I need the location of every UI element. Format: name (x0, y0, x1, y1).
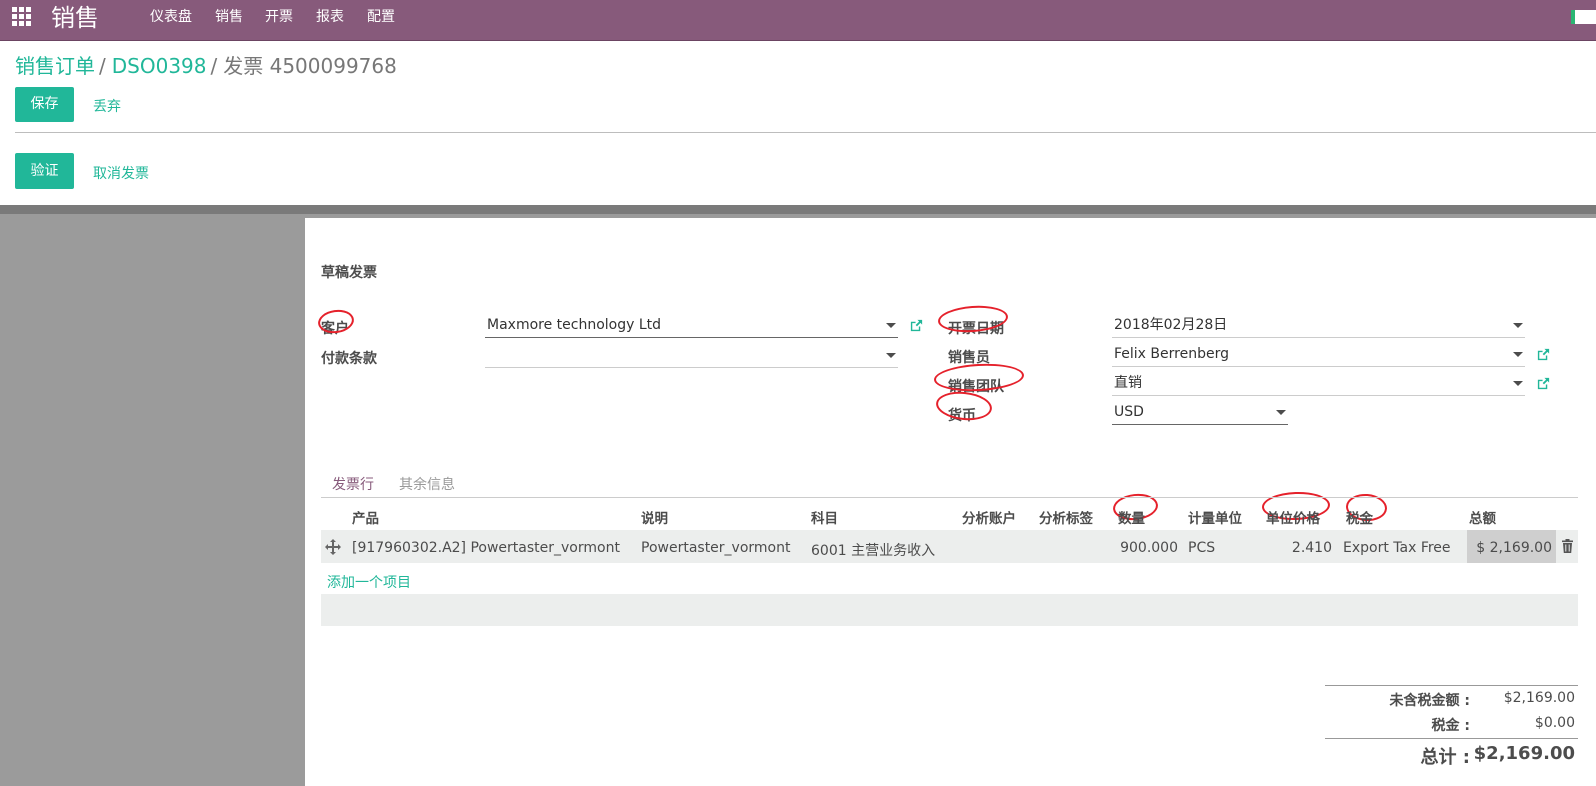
chevron-down-icon[interactable] (886, 353, 896, 358)
nav-item-dashboard[interactable]: 仪表盘 (150, 0, 192, 34)
cell-product[interactable]: [917960302.A2] Powertaster_vormont (352, 540, 620, 556)
breadcrumb-order[interactable]: DSO0398 (112, 54, 207, 78)
total-amount-label: 总计 : (1420, 747, 1470, 768)
chevron-down-icon[interactable] (886, 323, 896, 328)
column-header-description[interactable]: 说明 (641, 507, 668, 527)
customer-value: Maxmore technology Ltd (487, 317, 662, 333)
total-amount-value: $2,169.00 (1473, 743, 1575, 764)
validate-button[interactable]: 验证 (15, 153, 74, 189)
column-header-account[interactable]: 科目 (811, 507, 838, 527)
invoice-status-title: 草稿发票 (321, 265, 377, 281)
column-header-quantity[interactable]: 数量 (1118, 507, 1145, 527)
untaxed-amount-label: 未含税金额 : (1389, 693, 1470, 709)
customer-field[interactable]: Maxmore technology Ltd (485, 314, 898, 338)
external-link-icon[interactable] (1536, 347, 1551, 362)
customer-label: 客户 (321, 321, 349, 337)
tax-amount-label: 税金 : (1431, 718, 1470, 734)
cell-quantity[interactable]: 900.000 (1100, 540, 1178, 556)
currency-value: USD (1114, 404, 1144, 420)
nav-item-sales[interactable]: 销售 (215, 0, 243, 34)
sales-team-value: 直销 (1114, 375, 1142, 391)
column-header-analytic-account[interactable]: 分析账户 (962, 507, 1016, 527)
tab-other-info[interactable]: 其余信息 (399, 474, 455, 494)
drag-handle-icon[interactable] (325, 539, 341, 555)
tab-invoice-lines[interactable]: 发票行 (332, 474, 374, 494)
column-header-subtotal[interactable]: 总额 (1469, 507, 1496, 527)
tax-amount-value: $0.00 (1534, 715, 1575, 731)
top-navbar: 销售 仪表盘 销售 开票 报表 配置 (0, 0, 1596, 41)
chevron-down-icon[interactable] (1276, 410, 1286, 415)
salesperson-value: Felix Berrenberg (1114, 346, 1229, 362)
debug-toggle-icon[interactable] (1571, 10, 1596, 24)
breadcrumb: 销售订单 / DSO0398/发票 4500099768 (15, 52, 397, 80)
nav-item-configuration[interactable]: 配置 (367, 0, 395, 34)
breadcrumb-sales-orders[interactable]: 销售订单 (15, 54, 95, 78)
cell-uom[interactable]: PCS (1188, 540, 1215, 556)
nav-item-invoicing[interactable]: 开票 (265, 0, 293, 34)
currency-field[interactable]: USD (1112, 401, 1288, 425)
app-title: 销售 (51, 4, 99, 32)
invoice-date-value: 2018年02月28日 (1114, 317, 1228, 333)
cell-account[interactable]: 6001 主营业务收入 (811, 540, 935, 560)
invoice-date-label: 开票日期 (948, 321, 1004, 337)
salesperson-label: 销售员 (948, 350, 990, 366)
payment-terms-label: 付款条款 (321, 351, 377, 367)
cell-unit-price[interactable]: 2.410 (1255, 540, 1332, 556)
column-header-product[interactable]: 产品 (352, 507, 379, 527)
divider (15, 132, 1596, 133)
nav-item-reporting[interactable]: 报表 (316, 0, 344, 34)
save-button[interactable]: 保存 (15, 87, 74, 122)
invoice-date-field[interactable]: 2018年02月28日 (1112, 314, 1525, 338)
discard-button[interactable]: 丢弃 (93, 96, 121, 116)
payment-terms-field[interactable] (485, 344, 898, 368)
sales-team-field[interactable]: 直销 (1112, 372, 1525, 396)
column-header-unit-price[interactable]: 单位价格 (1266, 507, 1320, 527)
breadcrumb-separator: / (99, 54, 106, 78)
untaxed-amount-value: $2,169.00 (1503, 690, 1575, 706)
chevron-down-icon[interactable] (1513, 381, 1523, 386)
totals-divider (1325, 685, 1578, 686)
totals-divider (1325, 738, 1578, 739)
external-link-icon[interactable] (1536, 376, 1551, 391)
column-header-analytic-tags[interactable]: 分析标签 (1039, 507, 1093, 527)
external-link-icon[interactable] (909, 318, 924, 333)
column-header-taxes[interactable]: 税金 (1346, 507, 1373, 527)
sales-team-label: 销售团队 (948, 379, 1004, 395)
cell-subtotal: $ 2,169.00 (1476, 540, 1552, 556)
empty-table-row (321, 594, 1578, 626)
apps-menu-icon[interactable] (12, 7, 32, 26)
currency-label: 货币 (948, 408, 976, 424)
tab-divider (321, 497, 1578, 498)
column-header-uom[interactable]: 计量单位 (1188, 507, 1242, 527)
cell-description[interactable]: Powertaster_vormont (641, 540, 790, 556)
chevron-down-icon[interactable] (1513, 352, 1523, 357)
add-line-link[interactable]: 添加一个项目 (327, 572, 411, 592)
breadcrumb-separator: / (210, 54, 218, 78)
trash-icon[interactable] (1561, 539, 1574, 553)
breadcrumb-current: 发票 4500099768 (223, 54, 397, 78)
cell-taxes[interactable]: Export Tax Free (1343, 540, 1451, 556)
salesperson-field[interactable]: Felix Berrenberg (1112, 343, 1525, 367)
chevron-down-icon[interactable] (1513, 323, 1523, 328)
cancel-invoice-button[interactable]: 取消发票 (93, 163, 149, 183)
